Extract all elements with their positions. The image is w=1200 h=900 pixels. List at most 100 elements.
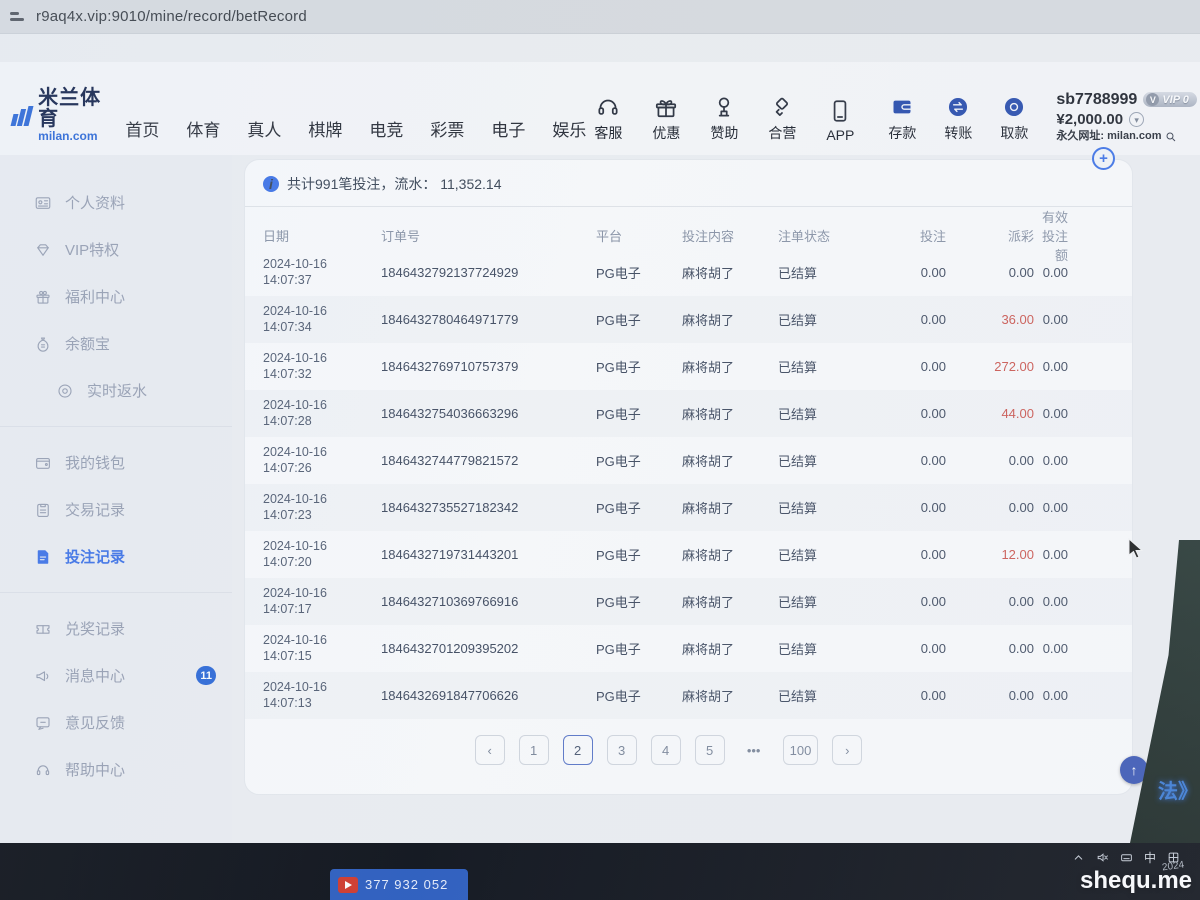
cell-bet-content: 麻将胡了 [682,357,778,376]
nav-item-1[interactable]: 首页 [125,116,159,141]
sidebar-item-message-center[interactable]: 消息中心11 [0,652,232,699]
header-action-app[interactable]: APP [818,98,862,143]
page-button-5[interactable]: 5 [695,735,725,765]
sidebar-item-welfare-gift[interactable]: 福利中心 [0,273,232,320]
nav-item-6[interactable]: 彩票 [430,116,464,141]
header-action-transfer[interactable]: 转账 [936,94,980,143]
page-next-button[interactable]: › [832,735,862,765]
table-row: 2024-10-1614:07:261846432744779821572PG电… [245,437,1132,484]
cell-bet-content: 麻将胡了 [682,451,778,470]
cell-payout: 0.00 [952,594,1040,609]
cell-order-number: 1846432792137724929 [381,265,596,280]
watermark-text: shequ.me [1080,867,1192,895]
table-row: 2024-10-1614:07:341846432780464971779PG电… [245,296,1132,343]
sidebar: 个人资料VIP特权福利中心余额宝实时返水我的钱包交易记录投注记录兑奖记录消息中心… [0,155,232,843]
cell-bet-amount: 0.00 [878,594,952,609]
sidebar-item-savings-bag[interactable]: 余额宝 [0,320,232,367]
cell-bet-amount: 0.00 [878,406,952,421]
site-logo[interactable]: 米兰体育 milan.com [12,88,103,143]
header-action-withdraw[interactable]: 取款 [992,94,1036,143]
header-action-headset[interactable]: 客服 [586,94,630,143]
page-ellipsis-button[interactable]: ••• [739,735,769,765]
tray-keyboard-icon[interactable] [1120,851,1133,864]
partner-icon [769,94,795,120]
page-button-4[interactable]: 4 [651,735,681,765]
balance-amount: ¥2,000.00 [1056,111,1123,128]
cell-date: 2024-10-1614:07:26 [263,445,381,476]
nav-item-3[interactable]: 真人 [247,116,281,141]
cell-bet-content: 麻将胡了 [682,310,778,329]
tray-chevron-up-icon[interactable] [1072,851,1085,864]
page-prev-button[interactable]: ‹ [475,735,505,765]
cell-payout: 0.00 [952,500,1040,515]
column-header: 日期 [263,226,381,245]
table-row: 2024-10-1614:07:371846432792137724929PG电… [245,249,1132,296]
sidebar-item-prize-record[interactable]: 兑奖记录 [0,605,232,652]
cell-date: 2024-10-1614:07:17 [263,586,381,617]
header-action-sponsor[interactable]: 赞助 [702,94,746,143]
logo-subtitle: milan.com [38,130,103,143]
page-button-2[interactable]: 2 [563,735,593,765]
vip-icon: V [1146,93,1159,106]
nav-item-2[interactable]: 体育 [186,116,220,141]
nav-item-8[interactable]: 娱乐 [552,116,586,141]
cell-status: 已结算 [778,639,878,658]
nav-item-5[interactable]: 电竞 [369,116,403,141]
tray-ime-indicator[interactable]: 中 [1144,849,1156,866]
cell-bet-content: 麻将胡了 [682,686,778,705]
user-block[interactable]: sb7788999 VVIP 0 ¥2,000.00 ▾ 永久网址: milan… [1056,91,1200,143]
cell-bet-amount: 0.00 [878,312,952,327]
taskbar-window-button[interactable]: 377 932 052 [330,869,468,900]
cell-platform: PG电子 [596,404,682,423]
cell-payout: 44.00 [952,406,1040,421]
gift-icon [653,94,679,120]
header-action-partner[interactable]: 合营 [760,94,804,143]
cell-bet-amount: 0.00 [878,641,952,656]
page-body: 个人资料VIP特权福利中心余额宝实时返水我的钱包交易记录投注记录兑奖记录消息中心… [0,155,1200,843]
cell-valid-bet: 0.00 [1040,500,1114,515]
wallet-icon [34,454,52,472]
sidebar-item-transaction-record[interactable]: 交易记录 [0,486,232,533]
cell-bet-content: 麻将胡了 [682,263,778,282]
browser-profile-icon[interactable] [10,12,24,21]
header-wallet-actions: 存款转账取款 [880,94,1036,143]
nav-item-7[interactable]: 电子 [491,116,525,141]
page-button-1[interactable]: 1 [519,735,549,765]
cell-status: 已结算 [778,310,878,329]
sidebar-item-help-center[interactable]: 帮助中心 [0,746,232,793]
expand-plus-button[interactable]: + [1092,147,1115,170]
header-action-gift[interactable]: 优惠 [644,94,688,143]
sidebar-item-feedback[interactable]: 意见反馈 [0,699,232,746]
sidebar-item-wallet[interactable]: 我的钱包 [0,439,232,486]
browser-url-bar[interactable]: r9aq4x.vip:9010/mine/record/betRecord [0,0,1200,34]
tray-speaker-muted-icon[interactable] [1096,851,1109,864]
sidebar-group-2: 我的钱包交易记录投注记录 [0,426,232,586]
cell-status: 已结算 [778,592,878,611]
app-icon [827,98,853,124]
cell-date: 2024-10-1614:07:28 [263,398,381,429]
cell-platform: PG电子 [596,451,682,470]
cell-order-number: 1846432769710757379 [381,359,596,374]
sidebar-item-profile-card[interactable]: 个人资料 [0,179,232,226]
transaction-record-icon [34,501,52,519]
sidebar-item-rebate-target[interactable]: 实时返水 [0,367,232,414]
cell-bet-amount: 0.00 [878,500,952,515]
balance-refresh-chevron-icon[interactable]: ▾ [1129,112,1144,127]
cell-platform: PG电子 [596,498,682,517]
sidebar-item-vip-gem[interactable]: VIP特权 [0,226,232,273]
sidebar-item-bet-record[interactable]: 投注记录 [0,533,232,580]
page-button-100[interactable]: 100 [783,735,819,765]
username: sb7788999 [1056,91,1137,109]
cell-valid-bet: 0.00 [1040,359,1114,374]
cell-platform: PG电子 [596,310,682,329]
url-text[interactable]: r9aq4x.vip:9010/mine/record/betRecord [36,8,307,25]
page-button-3[interactable]: 3 [607,735,637,765]
cell-date: 2024-10-1614:07:15 [263,633,381,664]
cell-bet-content: 麻将胡了 [682,592,778,611]
search-icon[interactable] [1165,131,1177,143]
withdraw-icon [1001,94,1027,120]
nav-item-4[interactable]: 棋牌 [308,116,342,141]
cell-payout: 12.00 [952,547,1040,562]
header-action-deposit[interactable]: 存款 [880,94,924,143]
cell-payout: 0.00 [952,265,1040,280]
